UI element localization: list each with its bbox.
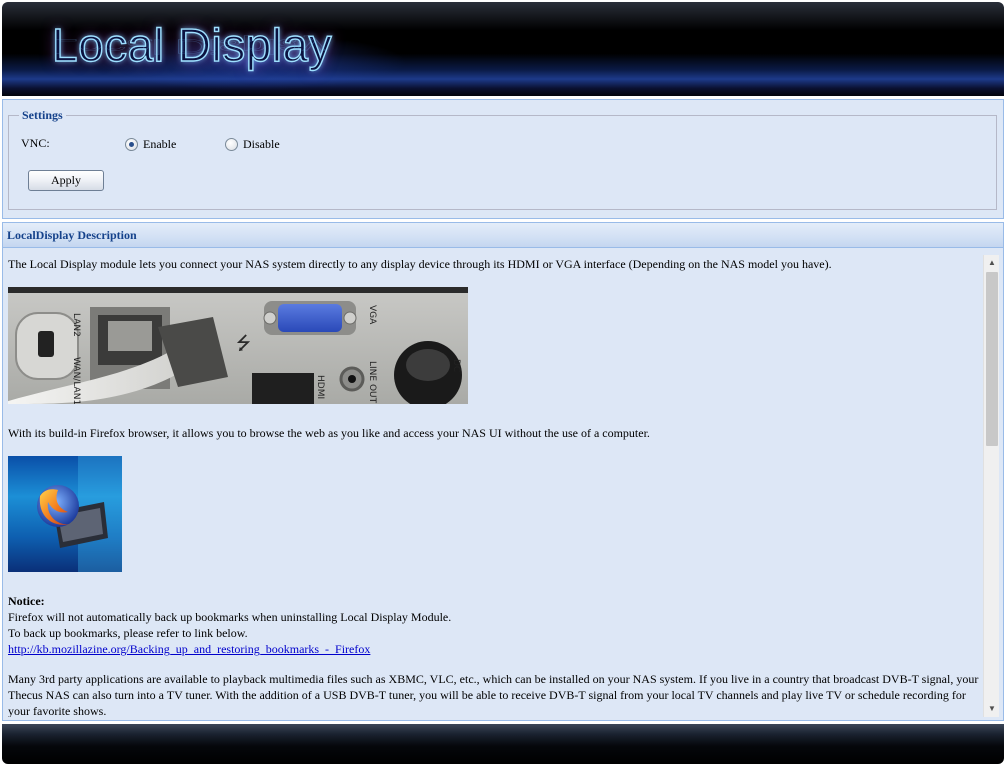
svg-text:⭍: ⭍ — [236, 333, 251, 354]
settings-legend: Settings — [19, 108, 66, 122]
port-label-line-out: LINE OUT — [367, 361, 377, 404]
vnc-disable-label[interactable]: Disable — [243, 137, 280, 152]
footer-bar — [2, 724, 1004, 764]
settings-fieldset: Settings VNC: Enable Disable Apply — [8, 108, 997, 210]
radio-checked-icon[interactable] — [125, 138, 138, 151]
port-label-lan2: LAN2 — [71, 313, 81, 337]
port-label-wan-lan1: WAN/LAN1 — [71, 357, 81, 404]
radio-unchecked-icon[interactable] — [225, 138, 238, 151]
vnc-label: VNC: — [21, 136, 50, 150]
vnc-disable-radio[interactable]: Disable — [225, 137, 280, 152]
scroll-up-arrow-icon[interactable]: ▲ — [984, 255, 1000, 271]
settings-panel: Settings VNC: Enable Disable Apply — [2, 99, 1004, 219]
notice-line-2: To back up bookmarks, please refer to li… — [8, 626, 248, 640]
notice-block: Notice: Firefox will not automatically b… — [8, 593, 983, 657]
scrollbar-thumb[interactable] — [986, 272, 998, 446]
header-banner: Local Display Local Display — [2, 2, 1004, 96]
description-scrollbar[interactable]: ▲ ▼ — [983, 255, 999, 717]
bookmarks-help-link[interactable]: http://kb.mozillazine.org/Backing_up_and… — [8, 642, 370, 656]
nas-ports-image: ⭍ LAN2 WAN/LAN1 VGA LINE OUT HDMI DC — [8, 287, 468, 404]
firefox-logo-image — [8, 456, 122, 572]
port-label-dc: DC — [451, 359, 461, 372]
app-title-reflection: Local Display — [52, 35, 326, 59]
vnc-enable-radio[interactable]: Enable — [125, 137, 176, 152]
notice-line-1: Firefox will not automatically back up b… — [8, 610, 452, 624]
description-panel: LocalDisplay Description The Local Displ… — [2, 222, 1004, 721]
vnc-enable-label[interactable]: Enable — [143, 137, 176, 152]
description-body: The Local Display module lets you connec… — [7, 253, 983, 717]
description-title: LocalDisplay Description — [7, 228, 137, 242]
description-header: LocalDisplay Description — [3, 223, 1003, 248]
apply-button[interactable]: Apply — [28, 170, 104, 191]
scroll-down-arrow-icon[interactable]: ▼ — [984, 701, 1000, 717]
port-label-vga: VGA — [367, 305, 377, 325]
notice-title: Notice: — [8, 594, 45, 608]
port-label-hdmi: HDMI — [315, 375, 325, 399]
description-paragraph-2: With its build-in Firefox browser, it al… — [8, 426, 650, 440]
description-paragraph-1: The Local Display module lets you connec… — [8, 257, 832, 271]
description-paragraph-3: Many 3rd party applications are availabl… — [8, 672, 979, 717]
